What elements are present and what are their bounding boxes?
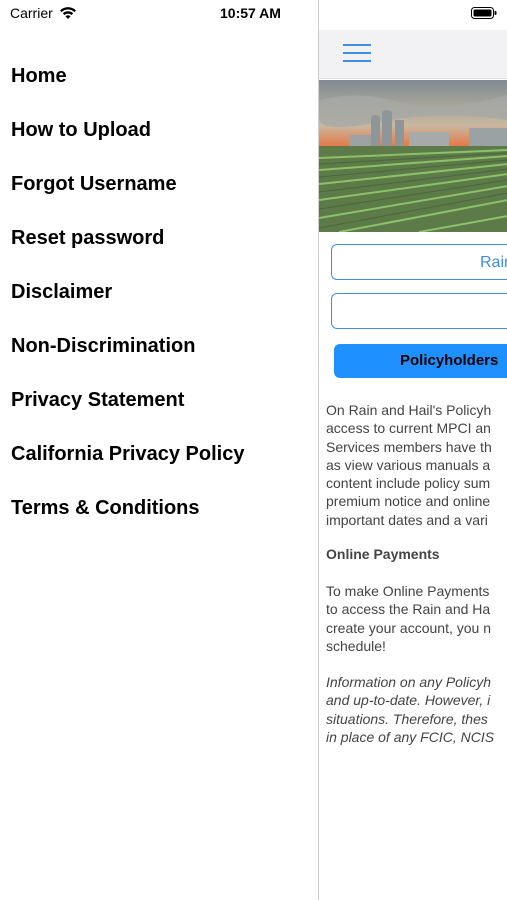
menu-item-reset-password[interactable]: Reset password bbox=[11, 222, 244, 276]
status-carrier: Carrier bbox=[10, 5, 77, 21]
battery-icon bbox=[471, 7, 497, 19]
info-line: Information on any Policyh bbox=[326, 674, 491, 690]
drawer-menu: Home How to Upload Forgot Username Reset… bbox=[11, 60, 244, 546]
wifi-icon bbox=[59, 7, 76, 19]
farm-hero-image bbox=[319, 80, 507, 232]
hamburger-menu-icon[interactable] bbox=[343, 42, 371, 64]
policyholders-button[interactable]: Policyholders bbox=[334, 344, 507, 378]
menu-item-california-privacy-policy[interactable]: California Privacy Policy bbox=[11, 438, 244, 492]
info-line: and up-to-date. However, i bbox=[326, 692, 491, 709]
online-payments-heading: Online Payments bbox=[326, 546, 440, 562]
menu-item-disclaimer[interactable]: Disclaimer bbox=[11, 276, 244, 330]
menu-item-home[interactable]: Home bbox=[11, 60, 244, 114]
main-content: Rain Policyholders On Rain and Hail's Po… bbox=[318, 0, 507, 900]
intro-line: On Rain and Hail's Policyh bbox=[326, 402, 492, 418]
payments-paragraph: To make Online Payments to access the Ra… bbox=[326, 582, 507, 655]
menu-item-non-discrimination[interactable]: Non-Discrimination bbox=[11, 330, 244, 384]
rain-button[interactable]: Rain bbox=[331, 244, 507, 280]
info-line: situations. Therefore, thes bbox=[326, 710, 488, 727]
intro-line: access to current MPCI an bbox=[326, 420, 491, 437]
intro-paragraph: On Rain and Hail's Policyh access to cur… bbox=[326, 401, 507, 529]
payments-line: To make Online Payments bbox=[326, 583, 490, 599]
outlined-button[interactable] bbox=[331, 293, 507, 329]
nav-bar bbox=[319, 30, 507, 79]
payments-line: create your account, you n bbox=[326, 619, 491, 636]
menu-item-forgot-username[interactable]: Forgot Username bbox=[11, 168, 244, 222]
status-time: 10:57 AM bbox=[220, 5, 281, 21]
menu-item-privacy-statement[interactable]: Privacy Statement bbox=[11, 384, 244, 438]
intro-line: premium notice and online bbox=[326, 493, 491, 510]
menu-item-terms-conditions[interactable]: Terms & Conditions bbox=[11, 492, 244, 546]
intro-line: content include policy sum bbox=[326, 475, 491, 492]
menu-item-how-to-upload[interactable]: How to Upload bbox=[11, 114, 244, 168]
info-line: in place of any FCIC, NCIS bbox=[326, 728, 495, 745]
intro-line: Services members have th bbox=[326, 438, 492, 455]
side-drawer: Carrier 10:57 AM Home How to Upload Forg… bbox=[0, 0, 318, 900]
payments-line: schedule! bbox=[326, 637, 386, 654]
intro-line: as view various manuals a bbox=[326, 456, 491, 473]
info-paragraph: Information on any Policyh and up-to-dat… bbox=[326, 673, 507, 746]
intro-line: important dates and a vari bbox=[326, 511, 488, 528]
carrier-label: Carrier bbox=[10, 5, 53, 21]
payments-line: to access the Rain and Ha bbox=[326, 601, 491, 618]
